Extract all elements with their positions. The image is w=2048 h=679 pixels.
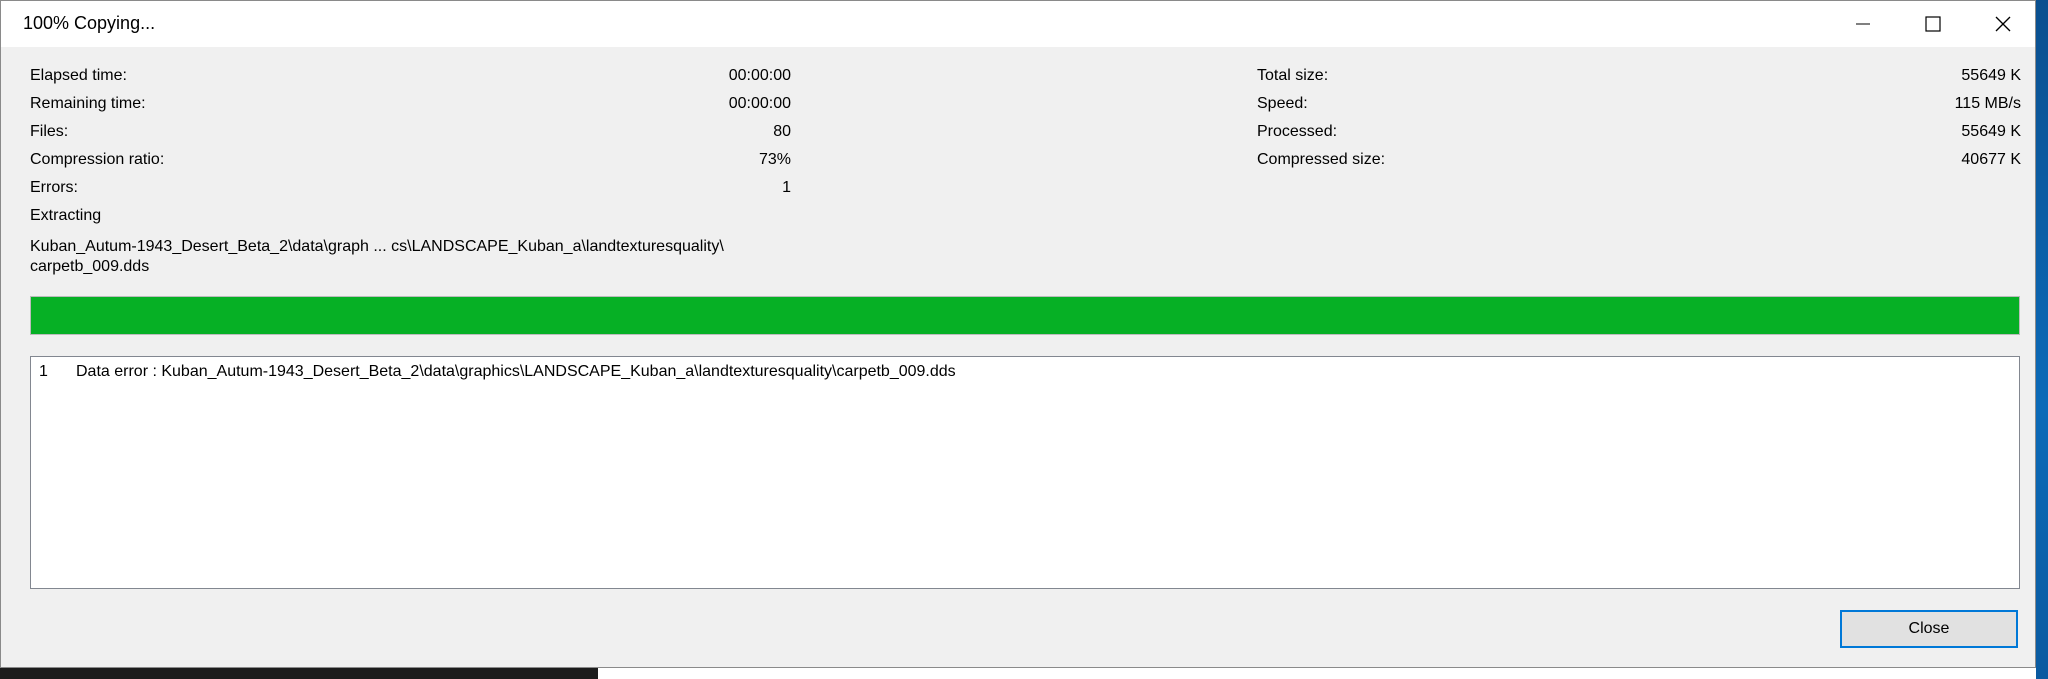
current-file-path-line1: Kuban_Autum-1943_Desert_Beta_2\data\grap… [30,238,724,255]
log-item-index: 1 [39,363,48,380]
copy-progress-dialog: 100% Copying... Elapsed time: 00:00:00 R… [0,0,2036,668]
processed-label: Processed: [1257,123,1338,140]
remaining-time-label: Remaining time: [30,95,146,112]
close-icon [1995,16,2011,32]
errors-value: 1 [782,179,791,196]
total-size-label: Total size: [1257,67,1329,84]
error-log-list[interactable]: 1 Data error : Kuban_Autum-1943_Desert_B… [30,356,2020,589]
operation-status: Extracting [30,207,102,224]
close-button[interactable]: Close [1840,610,2018,648]
current-file-path: Kuban_Autum-1943_Desert_Beta_2\data\grap… [30,237,724,277]
speed-label: Speed: [1257,95,1308,112]
title-bar[interactable]: 100% Copying... [1,1,2035,47]
processed-value: 55649 K [1961,123,2021,140]
log-item-message: Data error : Kuban_Autum-1943_Desert_Bet… [76,363,956,380]
minimize-icon [1856,23,1870,25]
minimize-button[interactable] [1828,1,1898,47]
compressed-size-value: 40677 K [1961,151,2021,168]
progress-bar-fill [31,297,2019,334]
files-value: 80 [773,123,791,140]
compression-ratio-value: 73% [758,151,791,168]
errors-label: Errors: [30,179,78,196]
maximize-icon [1925,16,1941,32]
files-label: Files: [30,123,69,140]
total-size-value: 55649 K [1961,67,2021,84]
progress-bar [30,296,2020,335]
remaining-time-value: 00:00:00 [728,95,791,112]
current-file-path-line2: carpetb_009.dds [30,258,150,275]
compressed-size-label: Compressed size: [1257,151,1386,168]
compression-ratio-label: Compression ratio: [30,151,165,168]
close-window-button[interactable] [1968,1,2038,47]
window-title: 100% Copying... [23,13,156,33]
elapsed-time-value: 00:00:00 [728,67,791,84]
desktop-background-right [2036,0,2048,679]
maximize-button[interactable] [1898,1,1968,47]
speed-value: 115 MB/s [1954,95,2021,112]
elapsed-time-label: Elapsed time: [30,67,127,84]
